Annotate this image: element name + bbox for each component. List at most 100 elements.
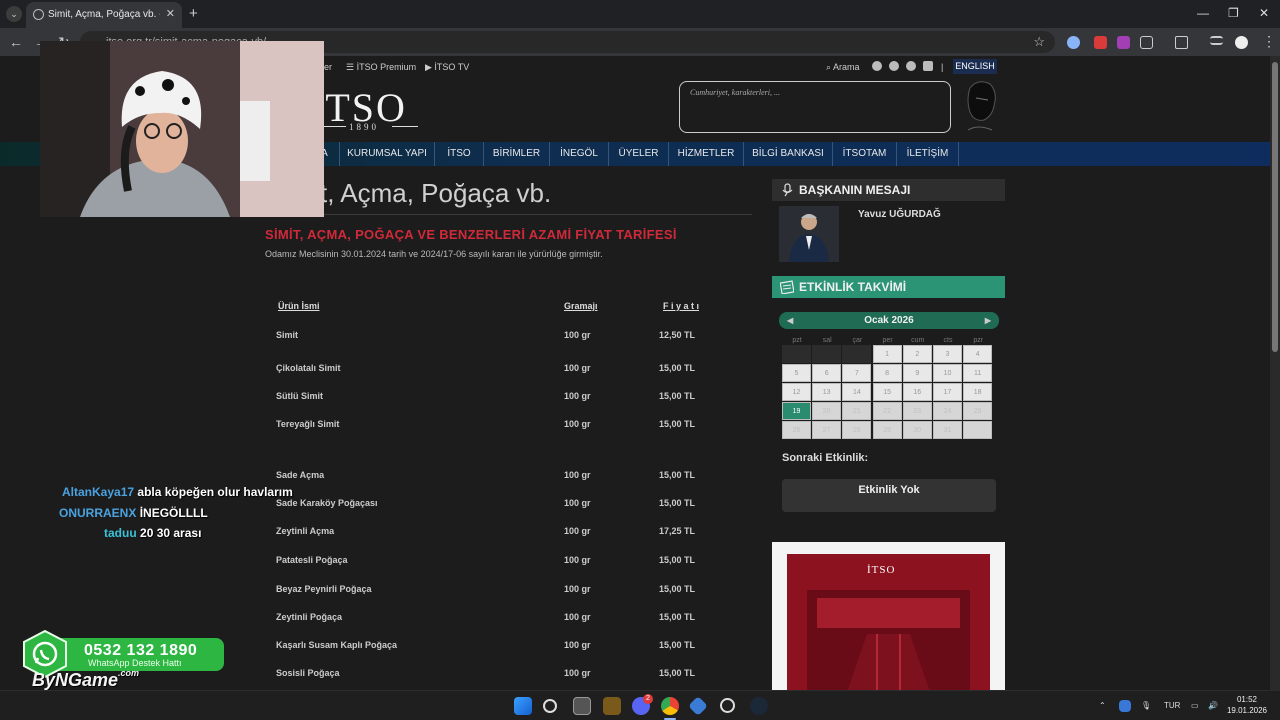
nav-item-kurumsal-yapi[interactable]: KURUMSAL YAPI xyxy=(340,142,435,166)
calendar-day[interactable]: 7 xyxy=(842,364,872,382)
calendar-day[interactable]: 21 xyxy=(842,402,872,420)
new-tab-button[interactable]: + xyxy=(189,5,198,22)
calendar-day[interactable]: 12 xyxy=(782,383,811,401)
calendar-next-icon[interactable]: ▶ xyxy=(985,312,991,329)
nav-item-uyeler[interactable]: ÜYELER xyxy=(609,142,669,166)
calendar-day[interactable]: 10 xyxy=(933,364,962,382)
president-name[interactable]: Yavuz UĞURDAĞ xyxy=(858,209,941,220)
calendar-day[interactable]: 17 xyxy=(933,383,962,401)
steam-icon[interactable] xyxy=(750,697,768,715)
tab-close-icon[interactable]: ✕ xyxy=(166,7,175,20)
app-diamond-icon[interactable] xyxy=(688,696,708,716)
facebook-icon[interactable] xyxy=(872,61,882,71)
search-icon[interactable] xyxy=(543,699,557,713)
search-link[interactable]: ⌕ Arama xyxy=(826,62,860,73)
close-window-button[interactable]: ✕ xyxy=(1259,6,1269,20)
calendar-day[interactable]: 9 xyxy=(902,364,932,382)
nav-item-hizmetler[interactable]: HİZMETLER xyxy=(669,142,744,166)
input-language[interactable]: TUR xyxy=(1164,701,1180,710)
president-portrait xyxy=(779,206,839,262)
back-icon[interactable]: ← xyxy=(9,34,23,50)
calendar-day[interactable]: 29 xyxy=(872,421,902,439)
calendar-day[interactable]: 1 xyxy=(872,345,902,363)
profile-avatar[interactable] xyxy=(1235,36,1248,49)
volume-icon[interactable]: 🔊 xyxy=(1208,701,1218,710)
calendar-day[interactable]: 11 xyxy=(963,364,993,382)
calendar-day[interactable]: 3 xyxy=(933,345,962,363)
product-weight: 100 gr xyxy=(564,526,591,536)
calendar-day[interactable]: 31 xyxy=(933,421,962,439)
twitter-icon[interactable] xyxy=(906,61,916,71)
microphone-tray-icon[interactable]: 🎙 xyxy=(1141,701,1151,710)
calendar-weekday: çar xyxy=(852,337,863,344)
download-app-icon[interactable] xyxy=(603,697,621,715)
nav-item-inegol[interactable]: İNEGÖL xyxy=(550,142,609,166)
calendar-day[interactable]: 13 xyxy=(812,383,842,401)
extension-red-icon[interactable] xyxy=(1094,36,1107,49)
extensions-puzzle-icon[interactable] xyxy=(1140,36,1153,49)
calendar-day[interactable]: 15 xyxy=(872,383,902,401)
nav-item-birimler[interactable]: BİRİMLER xyxy=(484,142,550,166)
calendar-day[interactable]: 4 xyxy=(963,345,993,363)
tariff-title: SİMİT, AÇMA, POĞAÇA VE BENZERLERİ AZAMİ … xyxy=(265,227,677,242)
chrome-menu-icon[interactable]: ⋮ xyxy=(1262,33,1276,50)
calendar-day[interactable]: 6 xyxy=(812,364,842,382)
nav-item-itso[interactable]: İTSO xyxy=(435,142,484,166)
calendar-day[interactable]: 25 xyxy=(963,402,993,420)
product-price: 15,00 TL xyxy=(659,668,696,678)
calendar-day[interactable]: 26 xyxy=(782,421,811,439)
nav-item-itsotam[interactable]: İTSOTAM xyxy=(833,142,897,166)
calendar-day[interactable]: 27 xyxy=(812,421,842,439)
task-view-icon[interactable] xyxy=(573,697,591,715)
calendar-day[interactable]: 8 xyxy=(872,364,902,382)
product-weight: 100 gr xyxy=(564,330,591,340)
maximize-button[interactable]: ❐ xyxy=(1228,6,1239,20)
top-link-itso-premium[interactable]: ☰ İTSO Premium xyxy=(346,62,416,73)
active-tab[interactable]: Simit, Açma, Poğaça vb. - İTSO ✕ xyxy=(26,2,182,28)
tab-search-button[interactable]: ⌄ xyxy=(6,6,22,22)
calendar-day[interactable]: 16 xyxy=(902,383,932,401)
calendar-day[interactable]: 22 xyxy=(872,402,902,420)
instagram-icon[interactable] xyxy=(889,61,899,71)
extension-purple-icon[interactable] xyxy=(1117,36,1130,49)
calendar-day[interactable]: 18 xyxy=(963,383,993,401)
president-message-header[interactable]: BAŞKANIN MESAJI xyxy=(772,179,1005,201)
tray-overflow-icon[interactable]: ⌃ xyxy=(1099,701,1106,710)
network-icon[interactable]: ▭ xyxy=(1191,701,1199,710)
calendar-day[interactable]: 20 xyxy=(812,402,842,420)
chat-username: ONURRAENX xyxy=(59,506,137,520)
start-windows-icon[interactable] xyxy=(514,697,532,715)
events-heading: ETKİNLİK TAKVİMİ xyxy=(799,280,907,294)
youtube-icon[interactable] xyxy=(923,61,933,71)
calendar-day[interactable]: 28 xyxy=(842,421,872,439)
calendar-day[interactable]: 24 xyxy=(933,402,962,420)
language-english-button[interactable]: ENGLISH xyxy=(953,59,997,74)
page-scrollbar[interactable] xyxy=(1270,56,1280,690)
bookmarks-icon[interactable] xyxy=(1175,36,1188,49)
calendar-day[interactable]: 2 xyxy=(902,345,932,363)
reading-list-icon[interactable] xyxy=(1210,36,1223,45)
event-calendar-header[interactable]: ETKİNLİK TAKVİMİ xyxy=(772,276,1005,298)
product-weight: 100 gr xyxy=(564,419,591,429)
calendar-prev-icon[interactable]: ◀ xyxy=(787,312,793,329)
calendar-day-today[interactable]: 19 xyxy=(782,402,811,420)
product-price: 15,00 TL xyxy=(659,470,696,480)
president-photo[interactable] xyxy=(779,206,839,262)
calendar-day[interactable]: 14 xyxy=(842,383,872,401)
top-link-itso-tv[interactable]: ▶ İTSO TV xyxy=(425,62,469,73)
promo-banner[interactable]: İTSO xyxy=(772,542,1005,690)
taskbar-clock[interactable]: 01:52 19.01.2026 xyxy=(1222,694,1272,716)
calendar-day[interactable]: 5 xyxy=(782,364,811,382)
nav-item-bilgi-bankasi[interactable]: BİLGİ BANKASI xyxy=(744,142,833,166)
scrollbar-thumb[interactable] xyxy=(1272,62,1278,352)
nav-item-iletisim[interactable]: İLETİŞİM xyxy=(897,142,959,166)
bookmark-star-icon[interactable]: ☆ xyxy=(1033,34,1045,50)
chrome-icon[interactable] xyxy=(661,697,679,715)
calendar-day[interactable]: 23 xyxy=(902,402,932,420)
tray-app-icon[interactable] xyxy=(1119,700,1131,712)
app-circle-icon[interactable] xyxy=(720,698,735,713)
calendar-day[interactable]: 30 xyxy=(902,421,932,439)
minimize-button[interactable]: — xyxy=(1197,6,1209,20)
table-row: Tereyağlı Simit 100 gr 15,00 TL xyxy=(0,419,760,433)
extension-glasses-icon[interactable] xyxy=(1067,36,1080,49)
